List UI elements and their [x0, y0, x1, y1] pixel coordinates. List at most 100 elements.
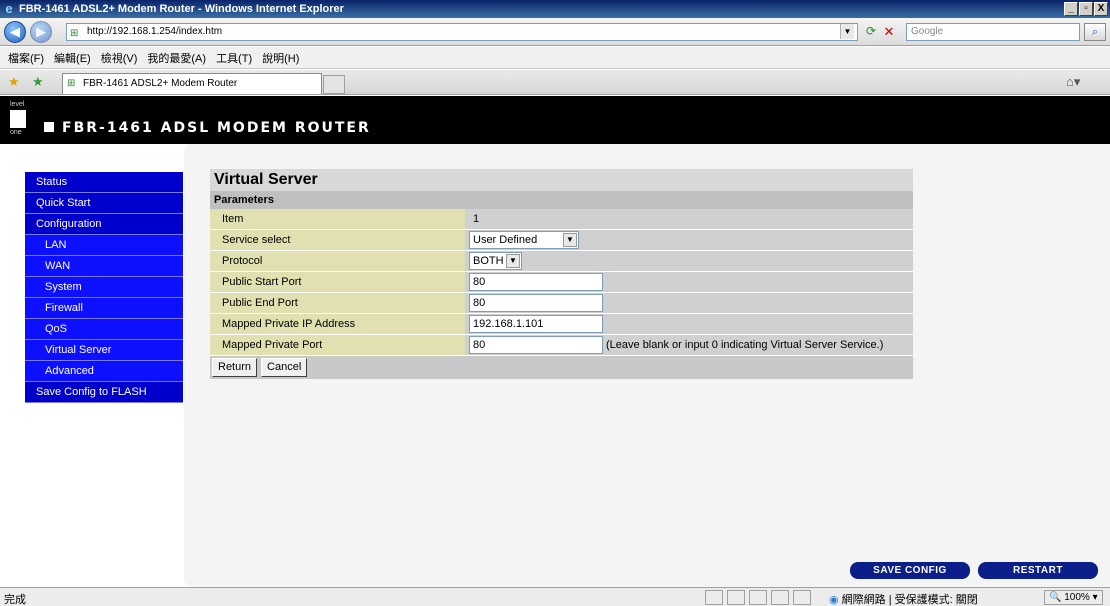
left-column: Status Quick Start Configuration LAN WAN…	[0, 144, 184, 587]
private-ip-input[interactable]: 192.168.1.101	[469, 315, 603, 333]
nav-advanced[interactable]: Advanced	[25, 361, 183, 382]
nav-status[interactable]: Status	[25, 172, 183, 193]
status-text: 完成	[4, 594, 26, 606]
browser-tab[interactable]: ⊞ FBR-1461 ADSL2+ Modem Router	[62, 73, 322, 94]
service-select-value: User Defined	[473, 234, 538, 246]
row-service: Service select User Defined ▼	[210, 230, 913, 251]
back-button[interactable]: ◀	[4, 21, 26, 43]
nav-save-config[interactable]: Save Config to FLASH	[25, 382, 183, 403]
address-dropdown-icon[interactable]: ▼	[840, 24, 854, 39]
content-area: Virtual Server Parameters Item 1 Service…	[184, 144, 1110, 587]
page-viewport: level one FBR-1461 ADSL MODEM ROUTER Sta…	[0, 96, 1110, 587]
status-segment	[793, 590, 811, 605]
item-label: Item	[210, 209, 465, 229]
forward-button[interactable]: ▶	[30, 21, 52, 43]
brand-text: FBR-1461 ADSL MODEM ROUTER	[62, 120, 371, 136]
menu-tools[interactable]: 工具(T)	[216, 50, 252, 66]
return-button[interactable]: Return	[212, 358, 258, 377]
search-icon[interactable]: ⌕	[1084, 23, 1106, 41]
tab-page-icon: ⊞	[67, 78, 76, 89]
zoom-value: 100%	[1064, 592, 1090, 603]
logo-bottom-text: one	[10, 129, 22, 136]
nav-lan[interactable]: LAN	[25, 235, 183, 256]
page-icon: ⊞	[70, 28, 79, 39]
menu-favorites[interactable]: 我的最愛(A)	[147, 50, 206, 66]
section-title: Parameters	[210, 191, 913, 209]
status-segment	[771, 590, 789, 605]
cancel-button[interactable]: Cancel	[261, 358, 308, 377]
button-row: Return Cancel	[210, 356, 913, 379]
service-label: Service select	[210, 230, 465, 250]
private-port-note: (Leave blank or input 0 indicating Virtu…	[606, 339, 884, 351]
tab-title: FBR-1461 ADSL2+ Modem Router	[83, 78, 238, 89]
security-zone[interactable]: ◉ 網際網路 | 受保護模式: 關閉	[829, 591, 978, 606]
window-titlebar: e FBR-1461 ADSL2+ Modem Router - Windows…	[0, 0, 1110, 18]
save-config-button[interactable]: SAVE CONFIG	[850, 562, 970, 579]
row-private-ip: Mapped Private IP Address 192.168.1.101	[210, 314, 913, 335]
nav-configuration[interactable]: Configuration	[25, 214, 183, 235]
refresh-icon[interactable]: ⟳	[863, 24, 879, 40]
row-protocol: Protocol BOTH ▼	[210, 251, 913, 272]
protocol-select[interactable]: BOTH ▼	[469, 252, 522, 270]
row-item: Item 1	[210, 209, 913, 230]
logo-top-text: level	[10, 101, 25, 108]
row-private-port: Mapped Private Port 80 (Leave blank or i…	[210, 335, 913, 356]
public-end-port-input[interactable]: 80	[469, 294, 603, 312]
chevron-down-icon: ▾	[1092, 592, 1098, 603]
status-segment	[727, 590, 745, 605]
nav-qos[interactable]: QoS	[25, 319, 183, 340]
menu-bar: 檔案(F) 編輯(E) 檢視(V) 我的最愛(A) 工具(T) 說明(H)	[0, 47, 1110, 69]
chevron-down-icon: ▼	[563, 233, 577, 247]
status-segment	[749, 590, 767, 605]
globe-icon: ◉	[829, 594, 839, 606]
tab-bar: ★ ★ ⊞ FBR-1461 ADSL2+ Modem Router ⌂▾	[0, 70, 1110, 95]
virtual-server-panel: Virtual Server Parameters Item 1 Service…	[210, 169, 913, 379]
menu-help[interactable]: 說明(H)	[262, 50, 299, 66]
window-title: FBR-1461 ADSL2+ Modem Router - Windows I…	[19, 3, 344, 15]
menu-edit[interactable]: 編輯(E)	[54, 50, 91, 66]
status-bar: 完成 ◉ 網際網路 | 受保護模式: 關閉 🔍 100% ▾	[0, 587, 1110, 606]
public-start-port-input[interactable]: 80	[469, 273, 603, 291]
nav-wan[interactable]: WAN	[25, 256, 183, 277]
stop-icon[interactable]: ✕	[881, 24, 897, 40]
row-public-start-port: Public Start Port 80	[210, 272, 913, 293]
ie-logo-icon: e	[5, 1, 13, 16]
address-url: http://192.168.1.254/index.htm	[87, 26, 223, 37]
zone-text: 網際網路 | 受保護模式: 關閉	[841, 594, 978, 606]
nav-firewall[interactable]: Firewall	[25, 298, 183, 319]
restart-button[interactable]: RESTART	[978, 562, 1098, 579]
levelone-logo: level one	[10, 101, 28, 139]
favorites-star-icon[interactable]: ★	[8, 74, 20, 90]
brand-square-icon	[44, 122, 54, 132]
router-header: level one FBR-1461 ADSL MODEM ROUTER	[0, 96, 1110, 144]
nav-virtual-server[interactable]: Virtual Server	[25, 340, 183, 361]
private-port-label: Mapped Private Port	[210, 335, 465, 355]
search-input[interactable]: Google	[906, 23, 1080, 41]
menu-file[interactable]: 檔案(F)	[8, 50, 44, 66]
zoom-icon: 🔍	[1049, 592, 1062, 603]
status-segment	[705, 590, 723, 605]
address-toolbar: ◀ ▶ ⊞ http://192.168.1.254/index.htm ▼ ⟳…	[0, 18, 1110, 46]
protocol-select-value: BOTH	[473, 255, 504, 267]
row-public-end-port: Public End Port 80	[210, 293, 913, 314]
start-port-label: Public Start Port	[210, 272, 465, 292]
new-tab-button[interactable]	[323, 75, 345, 94]
maximize-button[interactable]: ▫	[1079, 2, 1093, 16]
page-title: Virtual Server	[210, 169, 913, 191]
service-select[interactable]: User Defined ▼	[469, 231, 579, 249]
zoom-control[interactable]: 🔍 100% ▾	[1044, 590, 1103, 605]
protocol-label: Protocol	[210, 251, 465, 271]
nav-quick-start[interactable]: Quick Start	[25, 193, 183, 214]
private-port-input[interactable]: 80	[469, 336, 603, 354]
home-icon[interactable]: ⌂▾	[1066, 74, 1080, 90]
ip-label: Mapped Private IP Address	[210, 314, 465, 334]
item-value: 1	[473, 213, 480, 225]
minimize-button[interactable]: _	[1064, 2, 1078, 16]
add-favorite-icon[interactable]: ★	[32, 74, 44, 90]
router-brand: FBR-1461 ADSL MODEM ROUTER	[44, 120, 371, 136]
menu-view[interactable]: 檢視(V)	[101, 50, 138, 66]
address-input[interactable]: ⊞ http://192.168.1.254/index.htm	[66, 23, 858, 41]
chevron-down-icon: ▼	[506, 254, 520, 268]
close-button[interactable]: X	[1094, 2, 1108, 16]
nav-system[interactable]: System	[25, 277, 183, 298]
